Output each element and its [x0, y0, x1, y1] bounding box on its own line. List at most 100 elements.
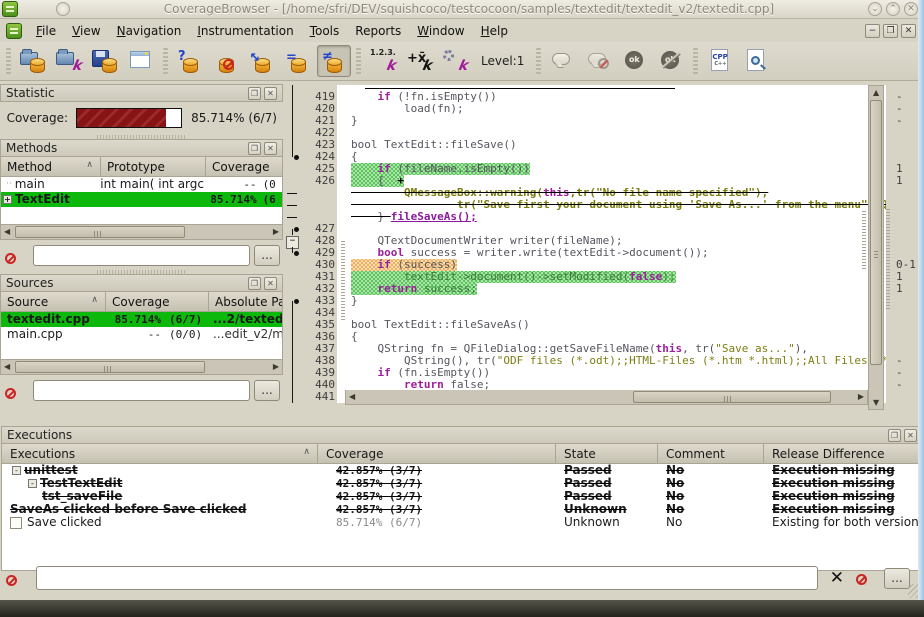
new-window-button[interactable] [124, 45, 158, 77]
toolbar-grip[interactable] [693, 48, 698, 74]
toolbar-grip[interactable] [536, 48, 541, 74]
maximize-button[interactable]: ⌃ [886, 2, 900, 16]
shade-button[interactable]: ⌄ [868, 2, 882, 16]
menu-file[interactable]: File [28, 21, 64, 41]
close-panel-icon[interactable]: ✕ [264, 87, 277, 100]
expander-icon[interactable]: - [28, 479, 37, 488]
menu-help[interactable]: Help [473, 21, 516, 41]
cpp-file-button[interactable]: CPPC++ [703, 45, 737, 77]
comment-remove-button[interactable] [582, 45, 616, 77]
close-panel-icon[interactable]: ✕ [264, 277, 277, 290]
scroll-thumb[interactable] [15, 226, 185, 238]
remove-filter-icon[interactable] [852, 568, 874, 588]
expander-icon[interactable]: - [12, 466, 21, 475]
minusbox-marker[interactable] [285, 235, 301, 247]
mdi-minimize-button[interactable]: − [865, 24, 880, 38]
save-database-button[interactable] [88, 45, 122, 77]
scroll-up-icon[interactable]: ▲ [873, 88, 879, 97]
code-line[interactable]: 432 return success;1 [285, 283, 924, 295]
code-line[interactable]: 421}- [285, 115, 924, 127]
execution-row[interactable]: -TestTextEdit42.857% (3/7)PassedNoExecut… [2, 477, 922, 490]
float-panel-icon[interactable]: ❐ [248, 142, 261, 155]
methods-hscrollbar[interactable]: ◀ ▶ [0, 225, 283, 240]
code-line[interactable]: tr("Save first your document using 'Save… [285, 199, 924, 211]
scroll-left-icon[interactable]: ◀ [4, 362, 10, 371]
executions-notequal-button[interactable]: ≠ [317, 45, 351, 77]
toolbar-grip[interactable] [163, 48, 168, 74]
sources-filter-more-button[interactable]: ... [254, 380, 280, 401]
execution-row[interactable]: tst_saveFile42.857% (3/7)PassedNoExecuti… [2, 490, 922, 503]
open-database-button[interactable] [16, 45, 50, 77]
code-line[interactable]: 431 textEdit->document()->setModified(fa… [285, 271, 924, 283]
executions-stop-button[interactable] [209, 45, 243, 77]
code-line[interactable]: 437 QString fn = QFileDialog::getSaveFil… [285, 343, 924, 355]
code-line[interactable]: 435bool TextEdit::fileSaveAs() [285, 319, 924, 331]
code-line[interactable]: 426 { +1 [285, 175, 924, 187]
float-panel-icon[interactable]: ❐ [248, 87, 261, 100]
toolbar-grip[interactable] [356, 48, 361, 74]
menu-reports[interactable]: Reports [347, 21, 409, 41]
code-line[interactable]: 425 if (fileName.isEmpty())1 [285, 163, 924, 175]
sources-header[interactable]: Source∧ Coverage Absolute Pat [0, 292, 283, 312]
mean-run-button[interactable]: +x̄k [402, 45, 436, 77]
code-line[interactable]: 423bool TextEdit::fileSave() [285, 139, 924, 151]
source-row[interactable]: main.cpp--(0/0)...edit_v2/ma [1, 327, 282, 342]
code-line[interactable]: QMessageBox::warning(this,tr("No file na… [285, 187, 924, 199]
code-line[interactable]: 438 QString(), tr("ODF files (*.odt);;HT… [285, 355, 924, 367]
menu-tools[interactable]: Tools [302, 21, 348, 41]
method-row[interactable]: +TextEdit85.714%(6 [1, 192, 282, 207]
open-execution-button[interactable]: k [52, 45, 86, 77]
code-line[interactable]: 436{ [285, 331, 924, 343]
executions-header[interactable]: Executions∧ Coverage State Comment Relea… [1, 444, 923, 464]
sources-filter-input[interactable] [33, 380, 250, 401]
close-panel-icon[interactable]: ✕ [264, 142, 277, 155]
executions-equal-button[interactable]: = [281, 45, 315, 77]
menu-navigation[interactable]: Navigation [109, 21, 190, 41]
mdi-restore-button[interactable]: ❐ [883, 24, 898, 38]
code-hscrollbar[interactable]: ◀ ▶ [345, 390, 868, 405]
executions-compare-button[interactable]: ↔ [245, 45, 279, 77]
source-row[interactable]: textedit.cpp85.714%(6/7)...2/textedit [1, 312, 282, 327]
menu-window[interactable]: Window [409, 21, 472, 41]
code-line[interactable]: 434 [285, 307, 924, 319]
method-row[interactable]: ··mainint main( int argc...--(0 [1, 177, 282, 192]
code-line[interactable]: 429 bool success = writer.write(textEdit… [285, 247, 924, 259]
scroll-right-icon[interactable]: ▶ [273, 227, 279, 236]
comment-button[interactable] [546, 45, 580, 77]
scroll-left-icon[interactable]: ◀ [349, 392, 355, 401]
code-line[interactable]: 433} [285, 295, 924, 307]
executions-unknown-button[interactable]: ? [173, 45, 207, 77]
code-line[interactable]: 427 [285, 223, 924, 235]
menu-instrumentation[interactable]: Instrumentation [189, 21, 301, 41]
window-menu-button[interactable] [56, 2, 70, 16]
file-preview-button[interactable] [739, 45, 773, 77]
execution-row[interactable]: Save clicked85.714% (6/7)UnknownNoExisti… [2, 516, 922, 529]
float-panel-icon[interactable]: ❐ [888, 429, 901, 442]
code-line[interactable]: 422 [285, 127, 924, 139]
code-line[interactable]: 428 QTextDocumentWriter writer(fileName)… [285, 235, 924, 247]
toolbar-grip[interactable] [6, 48, 11, 74]
executions-filter-input[interactable] [36, 566, 818, 590]
code-line[interactable]: 439 if (fn.isEmpty())- [285, 367, 924, 379]
close-button[interactable]: ✕ [904, 2, 918, 16]
close-panel-icon[interactable]: ✕ [904, 429, 917, 442]
execution-row[interactable]: -unittest42.857% (3/7)PassedNoExecution … [2, 464, 922, 477]
scroll-thumb[interactable] [15, 361, 205, 373]
code-line[interactable]: 430 if (success)0-1 [285, 259, 924, 271]
scroll-thumb[interactable] [633, 391, 831, 403]
execution-checkbox[interactable] [10, 517, 22, 529]
source-code-view[interactable]: 419 if (!fn.isEmpty())-420 load(fn);-421… [285, 81, 924, 424]
scroll-thumb[interactable] [870, 100, 882, 365]
mdi-close-button[interactable]: ✕ [901, 24, 916, 38]
scroll-left-icon[interactable]: ◀ [4, 227, 10, 236]
statistics-run-button[interactable]: 1.2.3.k [366, 45, 400, 77]
float-panel-icon[interactable]: ❐ [248, 277, 261, 290]
expander-icon[interactable]: + [3, 195, 12, 204]
clear-filter-icon[interactable]: ✕ [824, 568, 850, 588]
code-line[interactable]: 419 if (!fn.isEmpty())- [285, 91, 924, 103]
settings-run-button[interactable]: k [438, 45, 472, 77]
code-line[interactable]: 420 load(fn);- [285, 103, 924, 115]
scroll-right-icon[interactable]: ▶ [858, 392, 864, 401]
methods-filter-input[interactable] [33, 245, 250, 266]
menu-view[interactable]: View [64, 21, 108, 41]
